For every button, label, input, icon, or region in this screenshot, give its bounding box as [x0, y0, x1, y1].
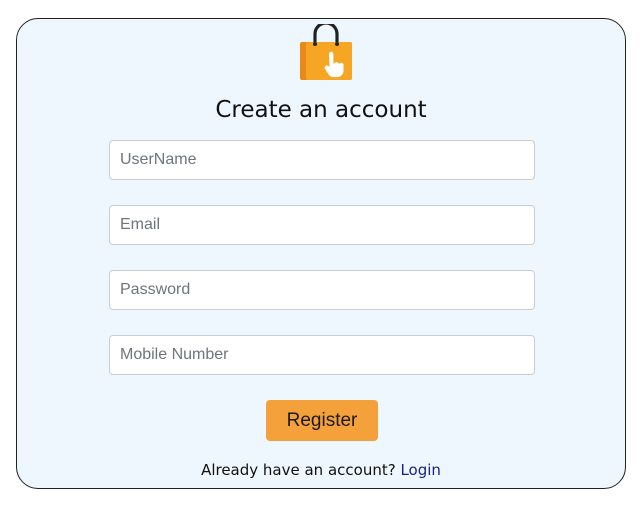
shopping-bag-hand-icon	[300, 24, 352, 80]
login-link[interactable]: Login	[400, 461, 440, 479]
mobile-number-input[interactable]	[109, 335, 535, 375]
password-input[interactable]	[109, 270, 535, 310]
page-title: Create an account	[215, 97, 427, 123]
register-card: Create an account Register Already have …	[16, 18, 626, 489]
login-prompt-text: Already have an account?	[201, 461, 396, 479]
username-input[interactable]	[109, 140, 535, 180]
login-prompt: Already have an account? Login	[17, 461, 625, 479]
register-button[interactable]: Register	[266, 400, 378, 441]
email-input[interactable]	[109, 205, 535, 245]
